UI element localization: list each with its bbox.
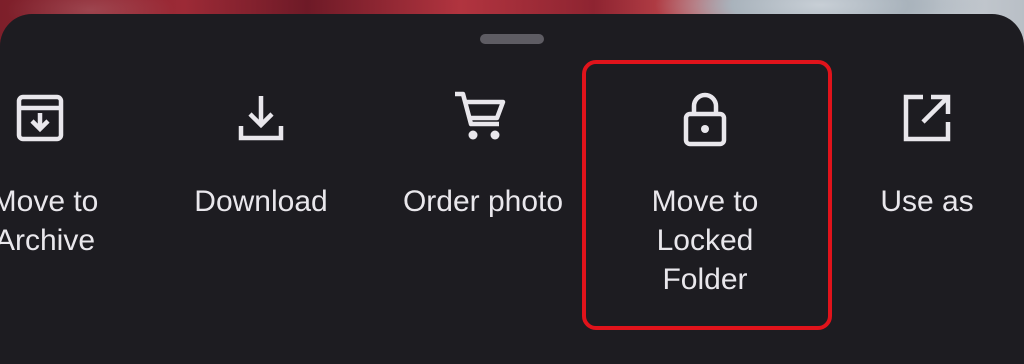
move-to-archive-label: Move to Archive	[0, 185, 99, 257]
move-to-locked-folder-button[interactable]: Move to Locked Folder	[582, 62, 828, 322]
order-photo-label: Order photo	[402, 185, 564, 218]
download-icon	[231, 88, 291, 148]
order-photo-button[interactable]: Order photo	[390, 62, 576, 322]
use-as-label: Use as	[880, 185, 974, 218]
drag-handle[interactable]	[480, 34, 544, 44]
download-button[interactable]: Download	[180, 62, 342, 322]
use-as-button[interactable]: Use as	[856, 62, 998, 322]
screen: Move to Archive Download Order photo Mov…	[0, 0, 1024, 364]
archive-icon	[10, 88, 70, 148]
open-external-icon	[897, 88, 957, 148]
shopping-cart-icon	[451, 88, 511, 148]
move-to-archive-button[interactable]: Move to Archive	[0, 62, 130, 322]
download-label: Download	[194, 185, 328, 218]
lock-icon	[675, 88, 735, 148]
move-to-locked-folder-label: Move to Locked Folder	[651, 185, 759, 296]
